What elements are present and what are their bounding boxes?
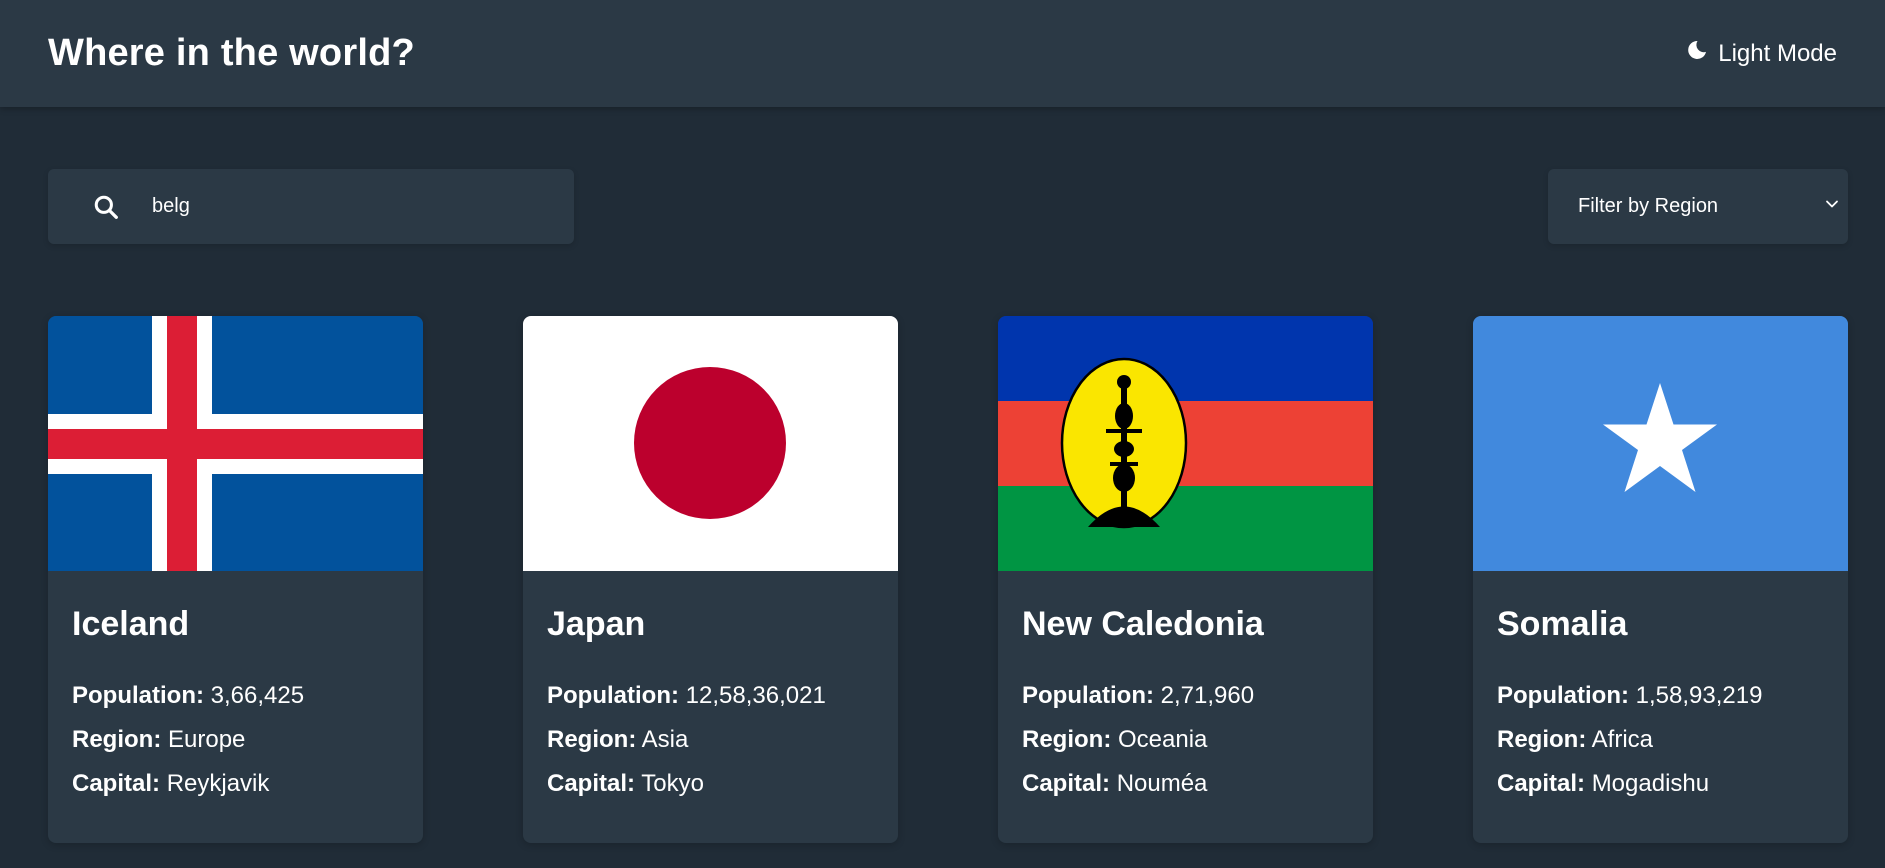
- region-value: Oceania: [1118, 726, 1208, 753]
- capital-label: Capital:: [1022, 770, 1111, 797]
- population-value: 1,58,93,219: [1635, 682, 1763, 709]
- search-box[interactable]: [48, 169, 574, 244]
- japan-flag: [523, 316, 898, 571]
- population-row: Population: 1,58,93,219: [1497, 674, 1824, 718]
- population-value: 2,71,960: [1160, 682, 1255, 709]
- country-name: Iceland: [72, 605, 190, 643]
- population-row: Population: 12,58,36,021: [547, 674, 874, 718]
- capital-row: Capital: Nouméa: [1022, 762, 1349, 806]
- somalia-flag: [1473, 316, 1848, 571]
- region-row: Region: Asia: [547, 718, 874, 762]
- country-card[interactable]: New Caledonia Population: 2,71,960 Regio…: [998, 316, 1373, 843]
- capital-value: Nouméa: [1116, 770, 1208, 797]
- new-caledonia-flag: [998, 316, 1373, 571]
- country-card[interactable]: Somalia Population: 1,58,93,219 Region: …: [1473, 316, 1848, 843]
- capital-value: Tokyo: [641, 770, 704, 797]
- region-row: Region: Europe: [72, 718, 399, 762]
- theme-toggle-button[interactable]: Light Mode: [1686, 39, 1837, 68]
- region-filter-dropdown[interactable]: Filter by Region: [1548, 169, 1848, 244]
- capital-row: Capital: Tokyo: [547, 762, 874, 806]
- country-name: Japan: [547, 605, 646, 643]
- search-input[interactable]: [150, 194, 530, 219]
- country-card[interactable]: Japan Population: 12,58,36,021 Region: A…: [523, 316, 898, 843]
- moon-icon: [1686, 39, 1708, 68]
- chevron-down-icon: [1822, 194, 1842, 220]
- region-label: Region:: [1022, 726, 1112, 753]
- region-label: Region:: [1497, 726, 1587, 753]
- region-value: Africa: [1591, 726, 1654, 753]
- app-header: Where in the world? Light Mode: [0, 0, 1885, 107]
- population-row: Population: 3,66,425: [72, 674, 399, 718]
- capital-label: Capital:: [1497, 770, 1586, 797]
- region-value: Europe: [168, 726, 246, 753]
- capital-label: Capital:: [547, 770, 636, 797]
- country-card[interactable]: Iceland Population: 3,66,425 Region: Eur…: [48, 316, 423, 843]
- capital-row: Capital: Mogadishu: [1497, 762, 1824, 806]
- region-label: Region:: [72, 726, 162, 753]
- search-icon: [92, 193, 120, 221]
- country-name: New Caledonia: [1022, 605, 1264, 643]
- population-label: Population:: [1022, 682, 1154, 709]
- region-filter-label: Filter by Region: [1578, 195, 1719, 217]
- population-label: Population:: [547, 682, 679, 709]
- region-row: Region: Oceania: [1022, 718, 1349, 762]
- capital-label: Capital:: [72, 770, 161, 797]
- capital-value: Mogadishu: [1591, 770, 1710, 797]
- population-label: Population:: [72, 682, 204, 709]
- country-name: Somalia: [1497, 605, 1628, 643]
- iceland-flag: [48, 316, 423, 571]
- population-value: 3,66,425: [210, 682, 305, 709]
- app-title: Where in the world?: [48, 32, 415, 74]
- theme-toggle-label: Light Mode: [1718, 39, 1837, 67]
- population-label: Population:: [1497, 682, 1629, 709]
- capital-row: Capital: Reykjavik: [72, 762, 399, 806]
- population-row: Population: 2,71,960: [1022, 674, 1349, 718]
- region-value: Asia: [641, 726, 689, 753]
- population-value: 12,58,36,021: [685, 682, 826, 709]
- region-label: Region:: [547, 726, 637, 753]
- region-row: Region: Africa: [1497, 718, 1824, 762]
- capital-value: Reykjavik: [166, 770, 270, 797]
